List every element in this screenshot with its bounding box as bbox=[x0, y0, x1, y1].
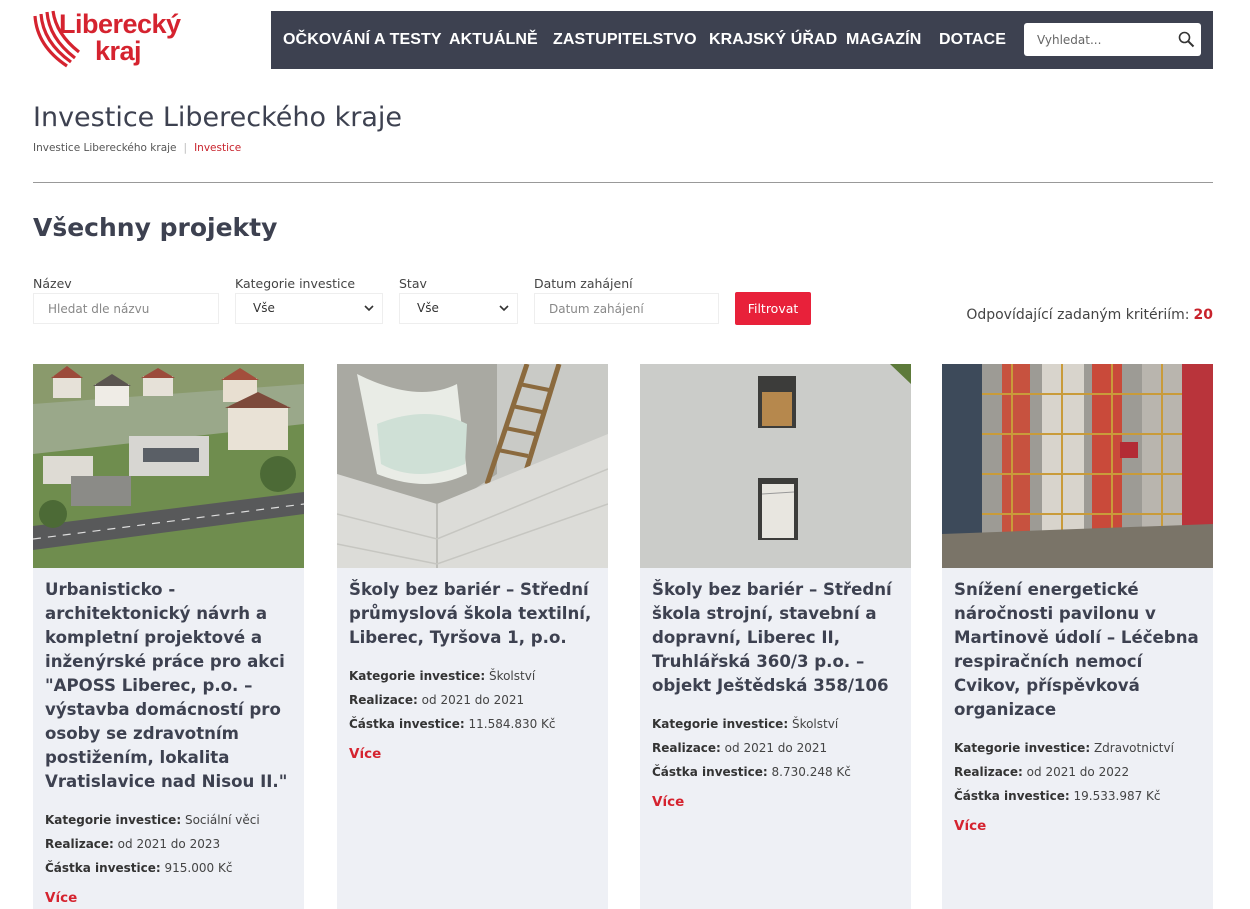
filter-category-label: Kategorie investice bbox=[235, 276, 356, 291]
project-category-value: Školství bbox=[488, 669, 536, 683]
project-card-body: Snížení energetické náročnosti pavilonu … bbox=[954, 578, 1206, 834]
project-category-label: Kategorie investice: bbox=[45, 813, 182, 827]
results-count: Odpovídající zadaným kritériím: 20 bbox=[966, 307, 1213, 323]
project-card-body: Školy bez bariér – Střední škola strojní… bbox=[652, 578, 904, 810]
chevron-down-icon bbox=[499, 305, 509, 312]
filter-status-select[interactable]: Vše bbox=[399, 293, 518, 324]
project-title[interactable]: Školy bez bariér – Střední průmyslová šk… bbox=[349, 578, 601, 650]
filter-status-value: Vše bbox=[417, 301, 439, 315]
project-more-link[interactable]: Více bbox=[652, 794, 684, 810]
project-realization: Realizace: od 2021 do 2021 bbox=[349, 688, 601, 712]
project-title[interactable]: Školy bez bariér – Střední škola strojní… bbox=[652, 578, 904, 698]
project-category: Kategorie investice: Školství bbox=[652, 712, 904, 736]
project-title[interactable]: Urbanisticko - architektonický návrh a k… bbox=[45, 578, 297, 794]
breadcrumb-item-home[interactable]: Investice Libereckého kraje bbox=[33, 142, 177, 154]
project-amount: Částka investice: 19.533.987 Kč bbox=[954, 784, 1206, 808]
search-box bbox=[1024, 23, 1201, 56]
nav-item-zastupitelstvo[interactable]: ZASTUPITELSTVO bbox=[553, 31, 697, 49]
filter-date-label: Datum zahájení bbox=[534, 276, 633, 291]
project-card: Urbanisticko - architektonický návrh a k… bbox=[33, 364, 304, 909]
breadcrumb-item-current: Investice bbox=[194, 142, 242, 154]
filter-status-label: Stav bbox=[399, 276, 427, 291]
project-card: Školy bez bariér – Střední škola strojní… bbox=[640, 364, 911, 909]
nav-item-magazin[interactable]: MAGAZÍN bbox=[846, 31, 921, 49]
project-category-label: Kategorie investice: bbox=[349, 669, 486, 683]
project-amount-value: 8.730.248 Kč bbox=[771, 765, 851, 779]
project-card: Školy bez bariér – Střední průmyslová šk… bbox=[337, 364, 608, 909]
page-title: Investice Libereckého kraje bbox=[33, 102, 403, 133]
project-card: Snížení energetické náročnosti pavilonu … bbox=[942, 364, 1213, 909]
project-amount-value: 11.584.830 Kč bbox=[468, 717, 556, 731]
project-realization-label: Realizace: bbox=[45, 837, 114, 851]
project-meta: Kategorie investice: Školství Realizace:… bbox=[652, 712, 904, 784]
project-image[interactable] bbox=[337, 364, 608, 568]
project-amount-value: 915.000 Kč bbox=[164, 861, 233, 875]
project-realization-label: Realizace: bbox=[652, 741, 721, 755]
project-image[interactable] bbox=[640, 364, 911, 568]
nav-item-krajsky-urad[interactable]: KRAJSKÝ ÚŘAD bbox=[709, 31, 837, 49]
project-title[interactable]: Snížení energetické náročnosti pavilonu … bbox=[954, 578, 1206, 722]
project-realization: Realizace: od 2021 do 2021 bbox=[652, 736, 904, 760]
project-category-label: Kategorie investice: bbox=[652, 717, 789, 731]
project-card-body: Školy bez bariér – Střední průmyslová šk… bbox=[349, 578, 601, 762]
filter-category-value: Vše bbox=[253, 301, 275, 315]
main-navigation: OČKOVÁNÍ A TESTY AKTUÁLNĚ ZASTUPITELSTVO… bbox=[271, 11, 1213, 69]
project-amount-label: Částka investice: bbox=[954, 789, 1070, 803]
project-category-label: Kategorie investice: bbox=[954, 741, 1091, 755]
project-amount-label: Částka investice: bbox=[349, 717, 465, 731]
search-icon[interactable] bbox=[1178, 31, 1195, 48]
section-title: Všechny projekty bbox=[33, 213, 278, 242]
results-count-value: 20 bbox=[1193, 307, 1213, 323]
project-amount-value: 19.533.987 Kč bbox=[1073, 789, 1161, 803]
project-category: Kategorie investice: Sociální věci bbox=[45, 808, 297, 832]
project-more-link[interactable]: Více bbox=[954, 818, 986, 834]
nav-item-aktualne[interactable]: AKTUÁLNĚ bbox=[449, 31, 538, 49]
project-category-value: Zdravotnictví bbox=[1093, 741, 1174, 755]
breadcrumb: Investice Libereckého kraje | Investice bbox=[33, 142, 241, 154]
project-card-body: Urbanisticko - architektonický návrh a k… bbox=[45, 578, 297, 906]
project-category: Kategorie investice: Školství bbox=[349, 664, 601, 688]
project-realization-value: od 2021 do 2021 bbox=[421, 693, 525, 707]
project-amount-label: Částka investice: bbox=[45, 861, 161, 875]
nav-item-dotace[interactable]: DOTACE bbox=[939, 31, 1006, 49]
search-input[interactable] bbox=[1024, 23, 1174, 56]
project-realization: Realizace: od 2021 do 2022 bbox=[954, 760, 1206, 784]
site-logo[interactable]: Liberecký kraj bbox=[33, 9, 181, 68]
header-divider bbox=[33, 182, 1213, 183]
project-category: Kategorie investice: Zdravotnictví bbox=[954, 736, 1206, 760]
project-meta: Kategorie investice: Školství Realizace:… bbox=[349, 664, 601, 736]
filter-name-input[interactable] bbox=[33, 293, 219, 324]
project-realization-value: od 2021 do 2022 bbox=[1026, 765, 1130, 779]
project-image[interactable] bbox=[33, 364, 304, 568]
project-realization-label: Realizace: bbox=[349, 693, 418, 707]
project-realization-label: Realizace: bbox=[954, 765, 1023, 779]
filter-button[interactable]: Filtrovat bbox=[735, 292, 811, 325]
chevron-down-icon bbox=[364, 305, 374, 312]
project-image[interactable] bbox=[942, 364, 1213, 568]
project-realization-value: od 2021 do 2021 bbox=[724, 741, 828, 755]
project-category-value: Sociální věci bbox=[184, 813, 260, 827]
project-amount: Částka investice: 915.000 Kč bbox=[45, 856, 297, 880]
logo-text-line2: kraj bbox=[95, 36, 142, 66]
breadcrumb-separator: | bbox=[183, 142, 188, 154]
nav-item-ockovani[interactable]: OČKOVÁNÍ A TESTY bbox=[283, 31, 442, 49]
logo-text-line1: Liberecký bbox=[59, 9, 181, 39]
results-label: Odpovídající zadaným kritériím: bbox=[966, 307, 1190, 323]
filter-date-input[interactable] bbox=[534, 293, 719, 324]
project-amount: Částka investice: 11.584.830 Kč bbox=[349, 712, 601, 736]
project-category-value: Školství bbox=[791, 717, 839, 731]
filter-category-select[interactable]: Vše bbox=[235, 293, 383, 324]
project-amount: Částka investice: 8.730.248 Kč bbox=[652, 760, 904, 784]
project-meta: Kategorie investice: Zdravotnictví Reali… bbox=[954, 736, 1206, 808]
project-meta: Kategorie investice: Sociální věci Reali… bbox=[45, 808, 297, 880]
project-more-link[interactable]: Více bbox=[349, 746, 381, 762]
project-realization: Realizace: od 2021 do 2023 bbox=[45, 832, 297, 856]
filter-name-label: Název bbox=[33, 276, 72, 291]
project-amount-label: Částka investice: bbox=[652, 765, 768, 779]
project-realization-value: od 2021 do 2023 bbox=[117, 837, 221, 851]
project-more-link[interactable]: Více bbox=[45, 890, 77, 906]
